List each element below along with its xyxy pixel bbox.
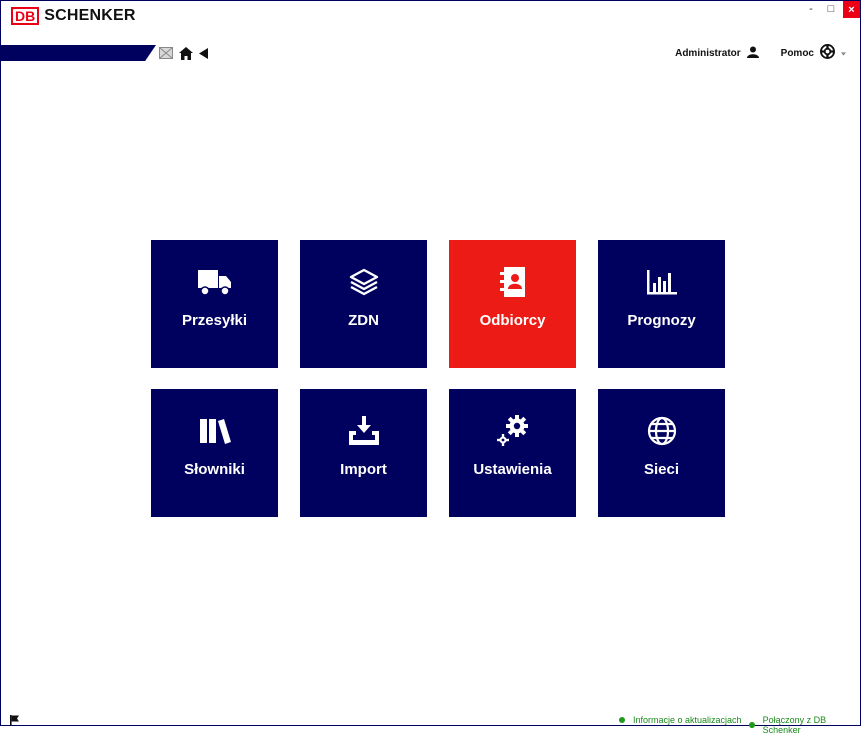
updates-status[interactable]: Informacje o aktualizacjach	[619, 715, 742, 725]
updates-link[interactable]: Informacje o aktualizacjach	[633, 715, 742, 725]
logo: DB SCHENKER	[11, 7, 136, 25]
bar-chart-icon	[646, 266, 678, 298]
lifebuoy-icon[interactable]	[820, 44, 835, 62]
tile-sieci[interactable]: Sieci	[598, 389, 725, 517]
flag-icon[interactable]	[10, 712, 20, 730]
layers-icon	[348, 266, 380, 298]
nav-toolbar	[159, 45, 208, 61]
tile-odbiorcy[interactable]: Odbiorcy	[449, 240, 576, 368]
tile-label: Ustawienia	[473, 461, 552, 478]
brand-name: SCHENKER	[44, 7, 136, 24]
gears-icon	[496, 415, 530, 447]
tile-label: Słowniki	[184, 461, 245, 478]
tile-prognozy[interactable]: Prognozy	[598, 240, 725, 368]
tile-label: Sieci	[643, 461, 680, 478]
tile-label: Przesyłki	[181, 312, 248, 329]
tile-ustawienia[interactable]: Ustawienia	[449, 389, 576, 517]
tile-label: Import	[340, 461, 387, 478]
tile-zdn[interactable]: ZDN	[300, 240, 427, 368]
nav-band	[1, 45, 156, 61]
connection-text: Połączony z DB Schenker	[762, 715, 827, 735]
connection-status: Połączony z DB Schenker	[749, 715, 860, 735]
tile-label: Odbiorcy	[479, 312, 546, 329]
globe-icon	[647, 415, 677, 447]
window-controls: - □ ×	[799, 1, 860, 18]
mail-icon[interactable]	[159, 45, 173, 61]
tile-import[interactable]: Import	[300, 389, 427, 517]
books-icon	[199, 415, 231, 447]
user-name[interactable]: Administrator	[675, 48, 741, 59]
status-dot-icon	[749, 722, 755, 728]
db-logo: DB	[11, 7, 40, 25]
tile-label: ZDN	[348, 312, 379, 329]
tile-label: Prognozy	[627, 312, 696, 329]
chevron-down-icon[interactable]	[841, 48, 846, 59]
tile-slowniki[interactable]: Słowniki	[151, 389, 278, 517]
user-icon[interactable]	[746, 46, 759, 61]
import-icon	[348, 415, 380, 447]
truck-icon	[197, 266, 232, 298]
app-window: DB SCHENKER - □ × Administrator Pomoc Pr…	[0, 0, 861, 735]
tile-przesylki[interactable]: Przesyłki	[151, 240, 278, 368]
help-label[interactable]: Pomoc	[781, 48, 814, 59]
close-button[interactable]: ×	[843, 1, 860, 18]
back-arrow-icon[interactable]	[199, 45, 208, 61]
minimize-button[interactable]: -	[803, 1, 819, 17]
home-icon[interactable]	[179, 45, 193, 61]
status-dot-icon	[619, 717, 625, 723]
maximize-button[interactable]: □	[823, 1, 839, 17]
user-area: Administrator Pomoc	[675, 44, 846, 62]
address-book-icon	[499, 266, 526, 298]
